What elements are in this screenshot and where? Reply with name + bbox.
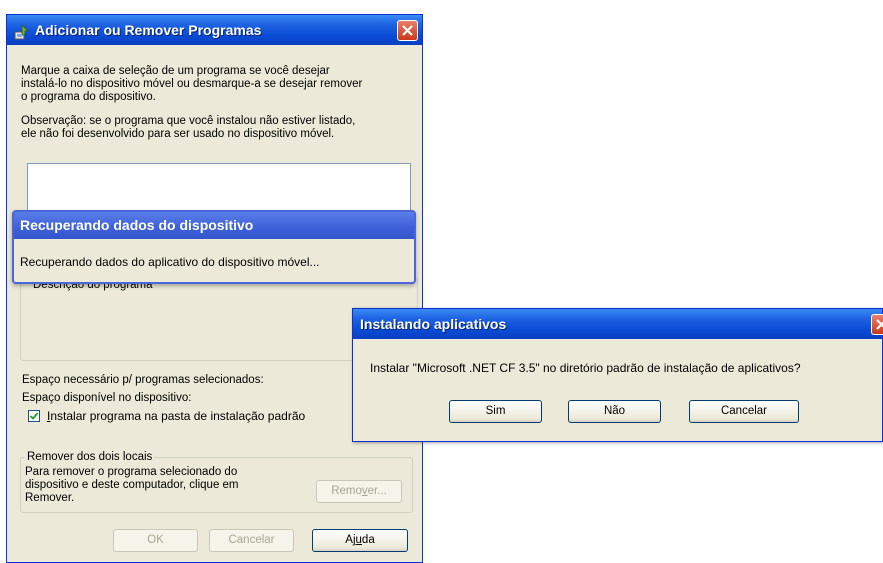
yes-button[interactable]: Sim [449, 400, 542, 423]
remove-group-title: Remover dos dois locais [25, 451, 155, 464]
add-remove-programs-dialog: Adicionar ou Remover Programas Marque a … [6, 14, 423, 563]
main-dialog-close-button[interactable] [397, 20, 418, 41]
remove-group-line-1: Para remover o programa selecionado do [25, 466, 238, 478]
install-default-label: Instalar programa na pasta de instalação… [47, 410, 305, 423]
remove-button-pre: Remo [331, 485, 362, 497]
installing-apps-titlebar[interactable]: Instalando aplicativos [353, 309, 882, 339]
remove-button[interactable]: Remover... [316, 480, 402, 503]
help-button-post: da [361, 534, 375, 546]
install-cancel-button[interactable]: Cancelar [689, 400, 799, 423]
remove-button-post: er... [367, 485, 387, 497]
remove-group-line-2: dispositivo e deste computador, clique e… [25, 479, 239, 491]
close-icon [402, 25, 413, 36]
install-dialog-close-button[interactable] [871, 314, 883, 335]
installing-apps-title: Instalando aplicativos [360, 316, 507, 332]
install-default-label-text: nstalar programa na pasta de instalação … [50, 409, 306, 423]
install-default-checkbox[interactable] [28, 410, 40, 422]
note-line-2: ele não foi desenvolvido para ser usado … [21, 128, 335, 140]
program-list[interactable] [27, 163, 411, 213]
main-dialog-titlebar[interactable]: Adicionar ou Remover Programas [7, 15, 422, 45]
instruction-line-2: instalá-lo no dispositivo móvel ou desma… [21, 78, 363, 90]
remove-group-line-3: Remover. [25, 492, 75, 504]
retrieving-data-title[interactable]: Recuperando dados do dispositivo [14, 212, 414, 239]
main-dialog-title: Adicionar ou Remover Programas [35, 22, 262, 38]
help-button[interactable]: Ajuda [312, 529, 408, 552]
no-button[interactable]: Não [568, 400, 661, 423]
help-button-pre: Aj [345, 534, 356, 546]
retrieving-data-dialog: Recuperando dados do dispositivo Recuper… [12, 210, 416, 284]
add-remove-programs-icon [13, 21, 31, 40]
note-line-1: Observação: se o programa que você insta… [21, 115, 356, 127]
cancel-button[interactable]: Cancelar [209, 529, 294, 552]
install-prompt-message: Instalar "Microsoft .NET CF 3.5" no dire… [370, 361, 801, 375]
space-available-label: Espaço disponível no dispositivo: [22, 392, 192, 404]
retrieving-data-message: Recuperando dados do aplicativo do dispo… [20, 255, 320, 269]
close-icon [876, 319, 883, 330]
checkmark-icon [29, 412, 39, 420]
instruction-line-3: o programa do dispositivo. [21, 91, 156, 103]
space-required-label: Espaço necessário p/ programas seleciona… [22, 374, 264, 386]
instruction-line-1: Marque a caixa de seleção de um programa… [21, 65, 330, 77]
installing-apps-dialog: Instalando aplicativos Instalar "Microso… [352, 308, 883, 442]
ok-button[interactable]: OK [113, 529, 198, 552]
